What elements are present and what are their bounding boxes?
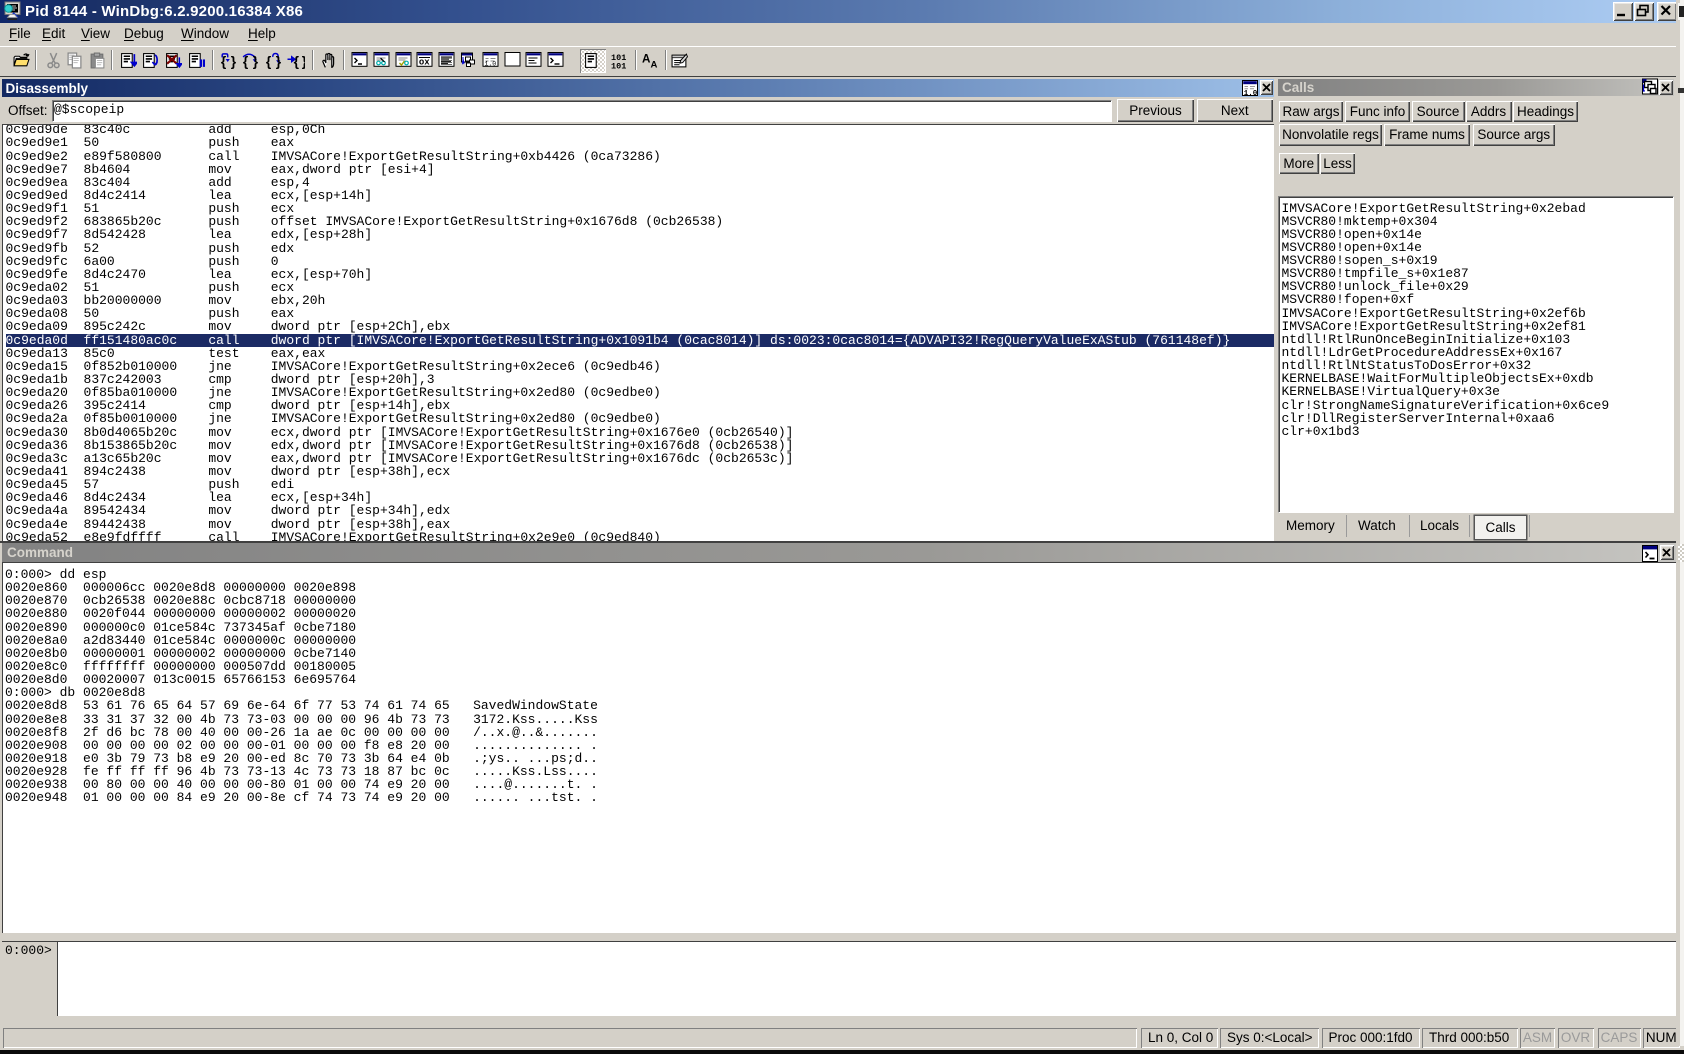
svg-text:{}: {} bbox=[243, 53, 258, 69]
svg-text:A: A bbox=[650, 59, 657, 69]
svg-text:1.0: 1.0 bbox=[484, 60, 496, 67]
svg-text:{}: {} bbox=[220, 53, 235, 69]
svg-text:{}: {} bbox=[293, 53, 304, 69]
svg-text:{}: {} bbox=[266, 53, 281, 69]
svg-text:101: 101 bbox=[611, 61, 626, 69]
svg-text:ox: ox bbox=[419, 58, 430, 68]
